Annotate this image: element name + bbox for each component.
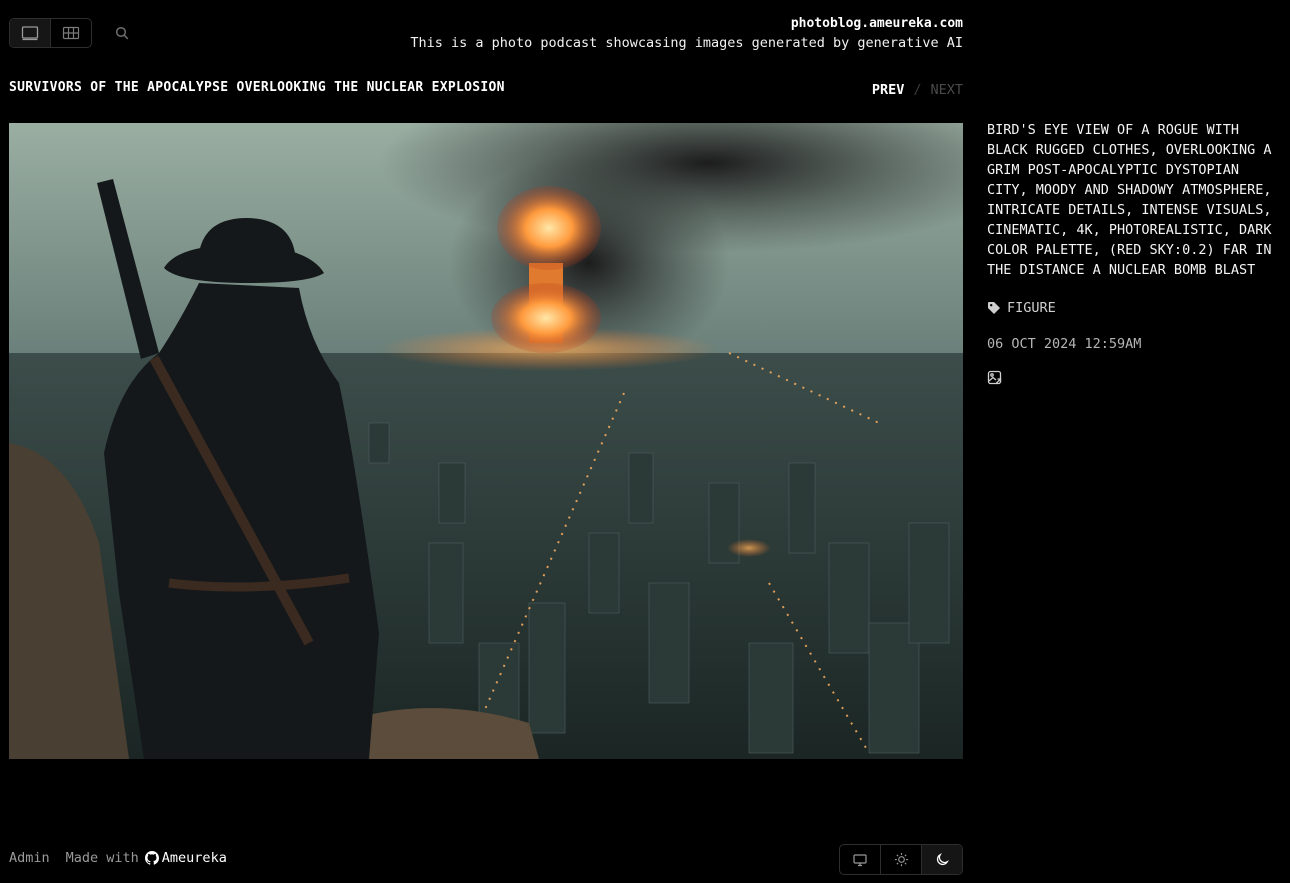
site-tagline: This is a photo podcast showcasing image… xyxy=(410,35,963,51)
made-with-label: Made with xyxy=(65,850,139,866)
pager-separator: / xyxy=(913,82,922,98)
photo-title: SURVIVORS OF THE APOCALYPSE OVERLOOKING … xyxy=(9,80,505,95)
moon-icon xyxy=(936,853,949,866)
tag-label: FIGURE xyxy=(1007,300,1056,316)
monitor-icon xyxy=(853,853,867,866)
next-link[interactable]: NEXT xyxy=(930,82,963,98)
brand-label: Ameureka xyxy=(161,850,227,866)
photo-sidebar: BIRD'S EYE VIEW OF A ROGUE WITH BLACK RU… xyxy=(987,120,1287,386)
brand-link[interactable]: Ameureka xyxy=(144,850,227,866)
admin-link[interactable]: Admin xyxy=(9,850,50,866)
photo-pager: PREV / NEXT xyxy=(872,82,963,98)
photo-caption: BIRD'S EYE VIEW OF A ROGUE WITH BLACK RU… xyxy=(987,122,1272,278)
sun-icon xyxy=(894,852,908,867)
photo-date: 06 OCT 2024 12:59AM xyxy=(987,336,1142,352)
search-button[interactable] xyxy=(112,23,132,43)
full-view-icon xyxy=(21,26,39,41)
grid-view-icon xyxy=(62,26,80,40)
main-photo[interactable] xyxy=(9,123,963,759)
theme-light-button[interactable] xyxy=(880,845,921,874)
made-with: Made with Ameureka xyxy=(66,850,227,866)
footer: Admin Made with Ameureka xyxy=(9,850,227,866)
tag-icon xyxy=(988,302,1000,314)
tag-link[interactable]: FIGURE xyxy=(987,300,1056,316)
view-mode-switcher xyxy=(9,18,92,48)
search-icon xyxy=(115,26,129,40)
theme-system-button[interactable] xyxy=(840,845,880,874)
prev-link[interactable]: PREV xyxy=(872,82,905,98)
full-view-button[interactable] xyxy=(10,19,50,47)
main-photo-image xyxy=(9,123,963,759)
image-link-icon xyxy=(987,370,1002,385)
open-image-button[interactable] xyxy=(987,370,1003,386)
site-domain[interactable]: photoblog.ameureka.com xyxy=(410,15,963,32)
theme-dark-button[interactable] xyxy=(921,845,962,874)
github-icon xyxy=(144,851,159,865)
site-header: photoblog.ameureka.com This is a photo p… xyxy=(410,15,963,53)
grid-view-button[interactable] xyxy=(50,19,91,47)
theme-switcher xyxy=(839,844,963,875)
